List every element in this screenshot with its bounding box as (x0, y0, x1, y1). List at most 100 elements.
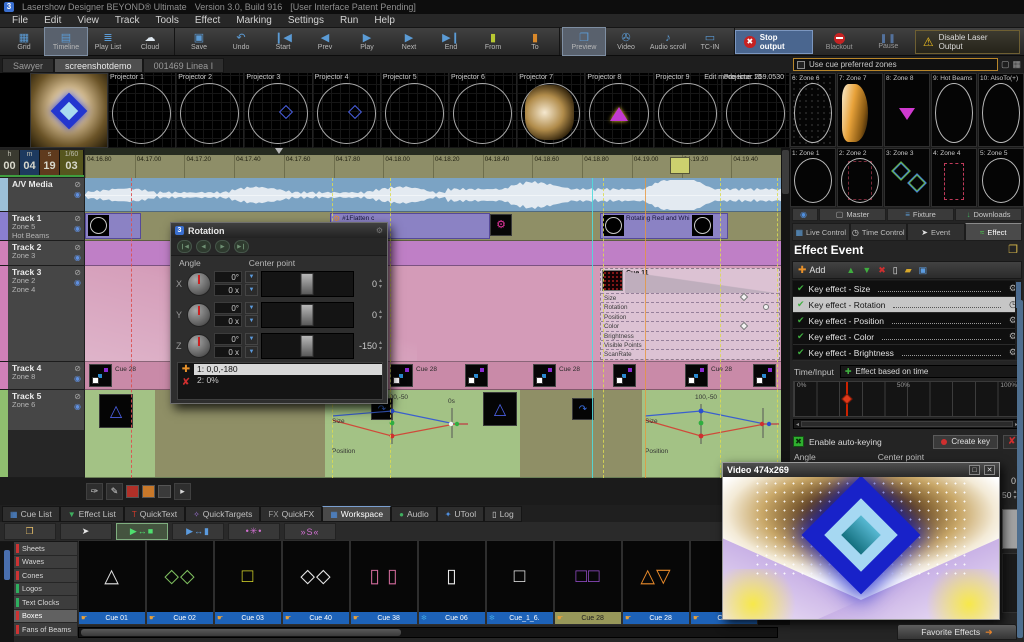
effect-list-row[interactable]: ✔ Key effect - Size ⚙ ◷ (793, 281, 1021, 297)
right-edge-scrollbar[interactable] (1017, 300, 1023, 638)
track-output-icon[interactable]: ◉ (74, 224, 81, 233)
menu-item[interactable]: Edit (36, 15, 69, 26)
rotate-cue-thumbnail[interactable]: ↷ (572, 398, 594, 420)
keyframe-circle[interactable] (763, 304, 769, 310)
cue-cell[interactable]: ◇◇ ☛ Cue 40 (282, 540, 350, 625)
angle-dial[interactable] (187, 272, 211, 296)
dropdown-icon[interactable]: ▼ (245, 333, 258, 345)
cue-param-row[interactable]: Brightness (601, 331, 779, 340)
bottom-tab[interactable]: ● Audio (391, 506, 437, 522)
toolbar-mode-button[interactable]: ≣ Play List (87, 28, 129, 55)
menu-item[interactable]: Track (107, 15, 148, 26)
menu-item[interactable]: View (69, 15, 107, 26)
dropdown-icon[interactable]: ▼ (245, 284, 258, 296)
side-spinner[interactable]: 50 ▴▾ (1002, 489, 1016, 501)
cue-cell[interactable]: □ ☛ Cue 03 (214, 540, 282, 625)
track-mute-icon[interactable]: ⊘ (74, 268, 81, 277)
toolbar-transport-button[interactable]: ❙◀ Start (262, 28, 304, 55)
dropdown-icon[interactable]: ▼ (245, 271, 258, 283)
toolbar-transport-button[interactable]: ▶ Play (346, 28, 388, 55)
add-key-icon[interactable]: ✚ (182, 365, 190, 375)
projector-cell[interactable]: Projector 3 (244, 73, 312, 148)
use-cue-preferred-zones-checkbox[interactable]: Use cue preferred zones (793, 58, 998, 71)
center-point-spinner[interactable]: -150 ▴▾ (357, 340, 382, 352)
angle-degrees-field[interactable]: 0° (214, 271, 242, 283)
panel-tab[interactable]: ▢ Master (819, 208, 886, 221)
document-tab[interactable]: 001469 Linea I (143, 58, 225, 73)
cue28-event[interactable] (465, 364, 488, 387)
projector-cell[interactable]: Projector 9 (654, 73, 722, 148)
toolbar-mode-button[interactable]: ▤ Timeline (45, 28, 87, 55)
track-mute-icon[interactable]: ⊘ (74, 180, 81, 189)
triangle-cue-thumbnail[interactable]: △ (483, 392, 517, 426)
track-output-icon[interactable]: ◉ (74, 278, 81, 287)
hand-tool-icon[interactable]: ✑ (86, 483, 103, 500)
menu-item[interactable]: Help (366, 15, 403, 26)
track-mute-icon[interactable]: ⊘ (74, 364, 81, 373)
toolbar-transport-button[interactable]: ↶ Undo (220, 28, 262, 55)
cue-cell[interactable]: △ ☛ Cue 01 (78, 540, 146, 625)
open-effect-icon[interactable]: ❐ (1008, 243, 1018, 256)
open-folder-icon[interactable]: ▰ (905, 265, 912, 276)
nav-end-button[interactable]: ▶❙ (234, 240, 249, 253)
zone-cell[interactable]: 9: Hot Beams (931, 73, 977, 147)
center-point-slider[interactable] (261, 333, 354, 359)
playhead-marker[interactable] (275, 148, 283, 154)
video-window[interactable]: Video 474x269 □ ✕ (722, 462, 1000, 620)
zone-cell[interactable]: 4: Zone 4 (931, 148, 977, 207)
cue28-event[interactable]: Cue 28 (89, 364, 136, 387)
menu-item[interactable]: Marking (228, 15, 280, 26)
angle-multiplier-field[interactable]: 0 x (214, 284, 242, 296)
category-scrollbar[interactable] (0, 542, 14, 642)
bottom-tab[interactable]: ▯ Log (484, 506, 522, 522)
toolbar-view-button[interactable]: ▭ TC-IN (689, 28, 731, 55)
delete-key-icon[interactable]: ✘ (182, 378, 190, 388)
effect-time-ruler[interactable]: 0%50%100% (793, 381, 1021, 417)
red-swatch[interactable] (126, 485, 139, 498)
bottom-tab[interactable]: FX QuickFX (260, 506, 322, 522)
bottom-tab[interactable]: ▦ Cue List (2, 506, 60, 522)
toolbar-mode-button[interactable]: ▦ Grid (3, 28, 45, 55)
track-label[interactable]: Track 3 Zone 2 Zone 4 ⊘ ◉ (0, 266, 84, 362)
workspace-category[interactable]: Waves (14, 556, 77, 570)
bottom-tab[interactable]: ▦ Workspace (322, 506, 391, 522)
track-mute-icon[interactable]: ⊘ (74, 243, 81, 252)
menu-item[interactable]: Run (332, 15, 366, 26)
workspace-tool-button[interactable]: ➤ (60, 523, 112, 540)
toolbar-transport-button[interactable]: ▶❙ End (430, 28, 472, 55)
cue28-event[interactable] (613, 364, 636, 387)
effect-list-row[interactable]: ✔ Key effect - Color ⚙ ◷ (793, 329, 1021, 345)
auto-keying-checkbox[interactable]: ✖ (793, 436, 804, 447)
center-point-spinner[interactable]: 0 ▴▾ (357, 278, 382, 290)
rotation-dialog[interactable]: 3 Rotation ⚙ ❙◀ ◀ ▶ ▶❙ Angle Center poin… (170, 222, 388, 404)
time-cursor-handle[interactable] (841, 393, 852, 404)
effect-list-row[interactable]: ✔ Key effect - Brightness ⚙ ◷ (793, 345, 1021, 361)
effect-ruler-scrollbar[interactable]: ◂ ▸ (793, 419, 1021, 429)
menu-item[interactable]: Settings (280, 15, 332, 26)
dropdown-icon[interactable]: ▼ (245, 315, 258, 327)
track-label[interactable]: Track 2 Zone 3 ⊘ ◉ (0, 241, 84, 266)
track-label[interactable]: A/V Media ⊘ ◉ (0, 178, 84, 212)
keyframe-graph[interactable]: 100,-50 Size Position (643, 400, 781, 462)
workspace-tool-button[interactable]: ▶↔▮ (172, 523, 224, 540)
angle-multiplier-field[interactable]: 0 x (214, 346, 242, 358)
gear-cue-thumbnail[interactable]: ⚙ (490, 214, 512, 236)
projector-cell[interactable]: Projector 2 (176, 73, 244, 148)
angle-dial[interactable] (187, 334, 211, 358)
zone-cell[interactable]: 7: Zone 7 (837, 73, 883, 147)
projector-cell[interactable]: Projector 6 (449, 73, 517, 148)
cue-cell[interactable]: △▽ ☛ Cue 28 (622, 540, 690, 625)
workspace-category[interactable]: Text Clocks (14, 596, 77, 610)
av-media-track[interactable] (85, 178, 781, 212)
orange-swatch[interactable] (142, 485, 155, 498)
bottom-tab[interactable]: ✧ QuickTargets (185, 506, 260, 522)
menu-item[interactable]: File (4, 15, 36, 26)
zone-cell[interactable]: 8: Zone 8 (884, 73, 930, 147)
favorite-effects-button[interactable]: Favorite Effects ➜ (897, 624, 1017, 640)
angle-multiplier-field[interactable]: 0 x (214, 315, 242, 327)
track-output-icon[interactable]: ◉ (74, 190, 81, 199)
track-output-icon[interactable]: ◉ (74, 402, 81, 411)
panel-sub-tab[interactable]: ≈ Effect (965, 223, 1023, 241)
workspace-category[interactable]: Fans of Beams (14, 623, 77, 637)
cue28-event[interactable]: Cue 28 (685, 364, 732, 387)
